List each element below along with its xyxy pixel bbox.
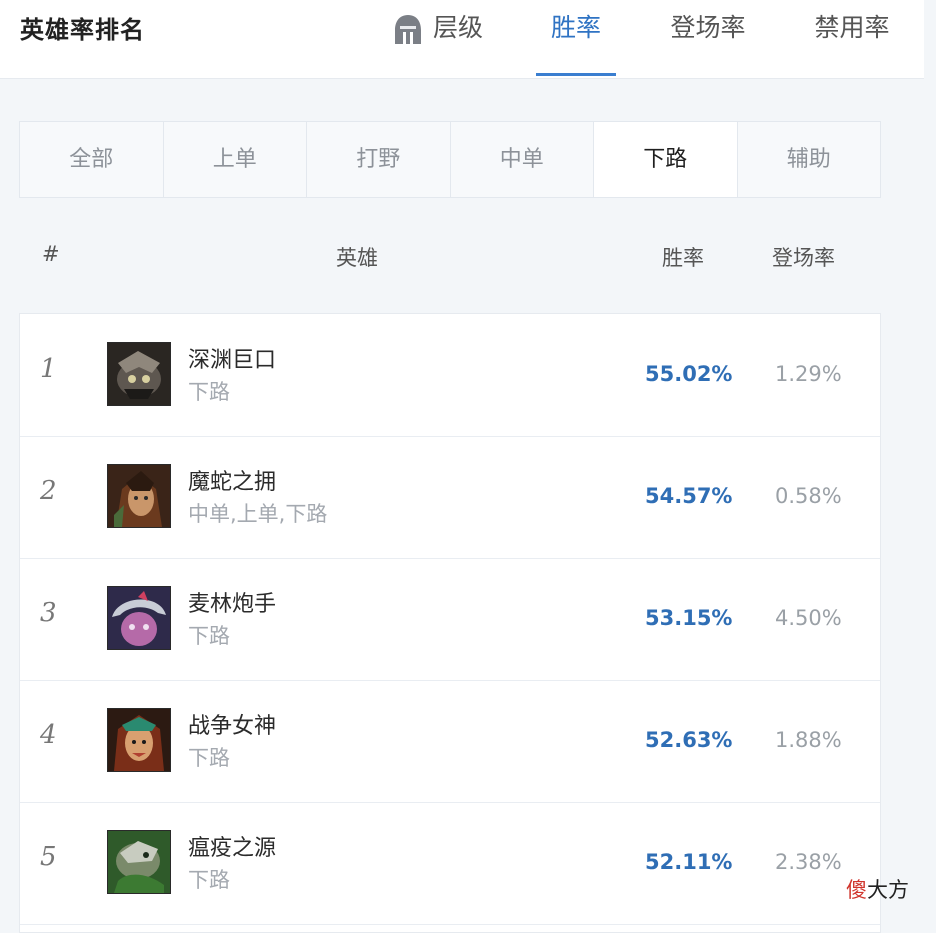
pick-rate-value: 1.29%: [775, 362, 842, 386]
hero-lanes: 下路: [188, 868, 230, 892]
hero-ranking-table: 1 深渊巨口 下路 55.02% 1.29% 2 魔蛇之拥 中单,上单,下路 5…: [19, 313, 881, 933]
win-rate-value: 52.11%: [645, 850, 733, 874]
pick-rate-value: 4.50%: [775, 606, 842, 630]
watermark-text: 大方: [867, 878, 909, 902]
tab-tier[interactable]: 层级: [428, 10, 488, 76]
filter-support[interactable]: 辅助: [738, 122, 881, 197]
hero-portrait[interactable]: [107, 708, 171, 772]
pick-rate-value: 0.58%: [775, 484, 842, 508]
table-header: # 英雄 胜率 登场率: [0, 232, 924, 280]
column-rank: #: [42, 242, 60, 266]
table-row[interactable]: 2 魔蛇之拥 中单,上单,下路 54.57% 0.58%: [20, 436, 880, 559]
rank-number: 2: [40, 476, 57, 506]
top-nav-bar: 英雄率排名 层级 胜率 登场率 禁用率: [0, 0, 924, 79]
filter-all[interactable]: 全部: [20, 122, 164, 197]
filter-mid[interactable]: 中单: [451, 122, 594, 197]
tab-win-rate[interactable]: 胜率: [536, 10, 616, 76]
hero-name[interactable]: 战争女神: [188, 708, 276, 740]
table-row[interactable]: 4 战争女神 下路 52.63% 1.88%: [20, 680, 880, 803]
column-pick-rate[interactable]: 登场率: [772, 242, 835, 272]
watermark: 傻大方: [846, 874, 909, 904]
hero-lanes: 下路: [188, 624, 230, 648]
pick-rate-value: 1.88%: [775, 728, 842, 752]
hero-portrait[interactable]: [107, 586, 171, 650]
table-row[interactable]: 3 麦林炮手 下路 53.15% 4.50%: [20, 558, 880, 681]
rank-number: 1: [40, 354, 57, 384]
hero-portrait[interactable]: [107, 830, 171, 894]
helmet-icon: [395, 15, 421, 44]
hero-lanes: 中单,上单,下路: [188, 502, 328, 526]
win-rate-value: 55.02%: [645, 362, 733, 386]
filter-jungle[interactable]: 打野: [307, 122, 451, 197]
page-title: 英雄率排名: [20, 16, 145, 44]
lane-filter-bar: 全部 上单 打野 中单 下路 辅助: [19, 121, 881, 198]
rank-number: 4: [40, 720, 57, 750]
hero-lanes: 下路: [188, 746, 230, 770]
table-row[interactable]: 1 深渊巨口 下路 55.02% 1.29%: [20, 314, 880, 437]
hero-lanes: 下路: [188, 380, 230, 404]
hero-name[interactable]: 魔蛇之拥: [188, 464, 276, 496]
watermark-char: 傻: [846, 878, 867, 902]
pick-rate-value: 2.38%: [775, 850, 842, 874]
column-win-rate[interactable]: 胜率: [662, 242, 704, 272]
table-row[interactable]: 5 瘟疫之源 下路 52.11% 2.38%: [20, 802, 880, 925]
hero-name[interactable]: 瘟疫之源: [188, 830, 276, 862]
hero-name[interactable]: 麦林炮手: [188, 586, 276, 618]
hero-portrait[interactable]: [107, 464, 171, 528]
filter-bottom[interactable]: 下路: [594, 122, 738, 197]
rank-number: 3: [40, 598, 57, 628]
win-rate-value: 54.57%: [645, 484, 733, 508]
hero-name[interactable]: 深渊巨口: [188, 342, 276, 374]
tab-ban-rate[interactable]: 禁用率: [806, 10, 898, 76]
column-hero: 英雄: [336, 246, 378, 270]
win-rate-value: 52.63%: [645, 728, 733, 752]
filter-top[interactable]: 上单: [164, 122, 307, 197]
tab-pick-rate[interactable]: 登场率: [662, 10, 754, 76]
hero-portrait[interactable]: [107, 342, 171, 406]
rank-number: 5: [40, 842, 57, 872]
win-rate-value: 53.15%: [645, 606, 733, 630]
